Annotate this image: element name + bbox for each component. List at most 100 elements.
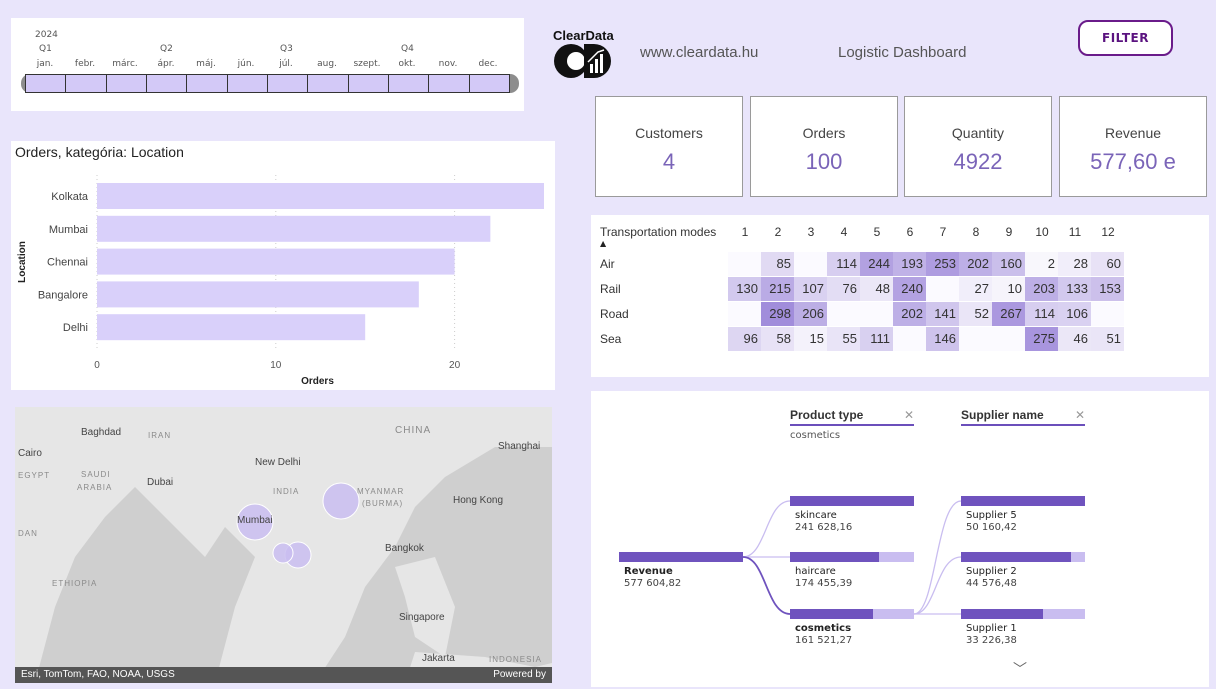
heatmap-cell[interactable]: 60: [1091, 252, 1124, 276]
timeline-cells[interactable]: [25, 74, 510, 93]
heatmap-cell[interactable]: 146: [926, 327, 959, 351]
bar-chart-svg: 0 10 20 Kolkata Mumbai Chennai Bangalore Delhi O…: [17, 175, 544, 387]
timeline-month: máj.: [196, 59, 216, 69]
heatmap-cell[interactable]: 85: [761, 252, 794, 276]
heatmap-cell[interactable]: 215: [761, 277, 794, 301]
heatmap-cell[interactable]: [893, 327, 926, 351]
heatmap-cell[interactable]: 141: [926, 302, 959, 326]
heatmap-cell[interactable]: 96: [728, 327, 761, 351]
heatmap-cell[interactable]: 253: [926, 252, 959, 276]
heatmap-cell[interactable]: [728, 302, 761, 326]
heatmap-cell[interactable]: [959, 327, 992, 351]
kpi-revenue: Revenue 577,60 e: [1059, 96, 1207, 197]
y-axis-label: Location: [17, 241, 28, 283]
heatmap-cell[interactable]: 202: [893, 302, 926, 326]
heatmap-column-header[interactable]: 11: [1062, 225, 1088, 239]
heatmap-header-label[interactable]: Transportation modes: [600, 225, 716, 239]
heatmap-cell[interactable]: 267: [992, 302, 1025, 326]
heatmap-column-header[interactable]: 5: [864, 225, 890, 239]
timeline-month: aug.: [317, 59, 337, 69]
timeline-cell[interactable]: [429, 74, 470, 93]
timeline-cell[interactable]: [348, 74, 389, 93]
heatmap-cell[interactable]: 48: [860, 277, 893, 301]
tree-node-bar[interactable]: [619, 552, 743, 562]
heatmap-column-header[interactable]: 4: [831, 225, 857, 239]
heatmap-column-header[interactable]: 10: [1029, 225, 1055, 239]
heatmap-cell[interactable]: 10: [992, 277, 1025, 301]
heatmap-cell[interactable]: 193: [893, 252, 926, 276]
heatmap-cell[interactable]: 46: [1058, 327, 1091, 351]
location-map[interactable]: Baghdad IRAN CHINA Cairo Shanghai EGYPT …: [15, 407, 552, 683]
heatmap-cell[interactable]: 298: [761, 302, 794, 326]
heatmap-cell[interactable]: 51: [1091, 327, 1124, 351]
heatmap-cell[interactable]: 160: [992, 252, 1025, 276]
heatmap-column-header[interactable]: 3: [798, 225, 824, 239]
heatmap-cell[interactable]: 133: [1058, 277, 1091, 301]
heatmap-cell[interactable]: 203: [1025, 277, 1058, 301]
heatmap-cell[interactable]: 52: [959, 302, 992, 326]
chevron-down-icon[interactable]: ﹀: [1013, 659, 1027, 679]
heatmap-cell[interactable]: 275: [1025, 327, 1058, 351]
heatmap-cell[interactable]: 130: [728, 277, 761, 301]
tree-node-bar[interactable]: [790, 552, 914, 562]
heatmap-cell[interactable]: 114: [1025, 302, 1058, 326]
site-url[interactable]: www.cleardata.hu: [640, 44, 758, 61]
heatmap-column-header[interactable]: 1: [732, 225, 758, 239]
heatmap-cell[interactable]: 106: [1058, 302, 1091, 326]
tree-node-bar[interactable]: [961, 609, 1085, 619]
heatmap-cell[interactable]: 27: [959, 277, 992, 301]
timeline-cell[interactable]: [267, 74, 309, 93]
dashboard-title: Logistic Dashboard: [838, 44, 967, 61]
heatmap-cell[interactable]: 76: [827, 277, 860, 301]
timeline-cell[interactable]: [146, 74, 188, 93]
heatmap-cell[interactable]: 244: [860, 252, 893, 276]
heatmap-cell[interactable]: 107: [794, 277, 827, 301]
heatmap-cell[interactable]: 240: [893, 277, 926, 301]
heatmap-cell[interactable]: [860, 302, 893, 326]
timeline-cell[interactable]: [66, 74, 107, 93]
heatmap-cell[interactable]: [926, 277, 959, 301]
heatmap-cell[interactable]: 202: [959, 252, 992, 276]
heatmap-cell[interactable]: [1091, 302, 1124, 326]
heatmap-column-header[interactable]: 6: [897, 225, 923, 239]
heatmap-cell[interactable]: 28: [1058, 252, 1091, 276]
heatmap-cell[interactable]: 2: [1025, 252, 1058, 276]
heatmap-column-header[interactable]: 8: [963, 225, 989, 239]
heatmap-cell[interactable]: 15: [794, 327, 827, 351]
sort-ascending-icon[interactable]: ▲: [600, 239, 606, 248]
heatmap-cell[interactable]: [827, 302, 860, 326]
orders-by-location-chart: Orders, kategória: Location 0 10 20 Kolkata…: [11, 141, 555, 390]
heatmap-column-header[interactable]: 2: [765, 225, 791, 239]
heatmap-column-header[interactable]: 9: [996, 225, 1022, 239]
tree-node-bar[interactable]: [961, 496, 1085, 506]
timeline-cell[interactable]: [388, 74, 430, 93]
heatmap-cell[interactable]: 153: [1091, 277, 1124, 301]
filter-button[interactable]: FILTER: [1078, 20, 1173, 56]
heatmap-cell[interactable]: 111: [860, 327, 893, 351]
y-tick-label: Mumbai: [49, 224, 88, 236]
tree-connectors: [742, 500, 962, 615]
timeline-slicer[interactable]: 2024 Q1 Q2 Q3 Q4 jan. febr. márc. ápr. m…: [11, 18, 524, 111]
tree-node-value: 33 226,38: [966, 635, 1017, 646]
tree-node-bar[interactable]: [790, 609, 914, 619]
timeline-cell[interactable]: [25, 74, 67, 93]
tree-node-value: 174 455,39: [795, 578, 853, 589]
tree-node-bar[interactable]: [961, 552, 1085, 562]
timeline-cell[interactable]: [187, 74, 228, 93]
tree-node-name: haircare: [795, 566, 836, 577]
timeline-cell[interactable]: [469, 74, 510, 93]
timeline-cell[interactable]: [227, 74, 268, 93]
tree-node-bar[interactable]: [790, 496, 914, 506]
heatmap-column-header[interactable]: 12: [1095, 225, 1121, 239]
timeline-cell[interactable]: [106, 74, 147, 93]
heatmap-cell[interactable]: 114: [827, 252, 860, 276]
heatmap-cell[interactable]: [992, 327, 1025, 351]
heatmap-cell[interactable]: [794, 252, 827, 276]
heatmap-cell[interactable]: 55: [827, 327, 860, 351]
timeline-cell[interactable]: [308, 74, 349, 93]
heatmap-cell[interactable]: 206: [794, 302, 827, 326]
heatmap-column-header[interactable]: 7: [930, 225, 956, 239]
tree-node-fill: [961, 552, 1072, 562]
heatmap-cell[interactable]: [728, 252, 761, 276]
heatmap-cell[interactable]: 58: [761, 327, 794, 351]
